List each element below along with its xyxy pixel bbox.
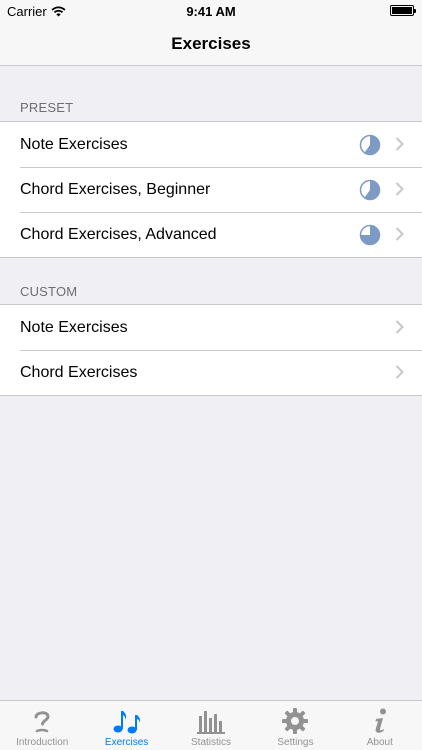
chevron-right-icon <box>395 320 404 334</box>
bar-chart-icon <box>194 707 228 735</box>
progress-pie-icon <box>359 134 381 156</box>
list-item-preset-chord-beginner[interactable]: Chord Exercises, Beginner <box>0 167 422 212</box>
chevron-right-icon <box>395 182 404 196</box>
info-icon <box>363 707 397 735</box>
tab-about[interactable]: About <box>338 701 422 750</box>
tab-label: Exercises <box>104 737 149 748</box>
list-item-preset-chord-advanced[interactable]: Chord Exercises, Advanced <box>0 212 422 257</box>
navigation-bar: Exercises <box>0 22 422 66</box>
tab-label: Statistics <box>191 737 232 748</box>
tab-label: Introduction <box>16 737 69 748</box>
gear-icon <box>278 707 312 735</box>
section-header-preset: PRESET <box>20 100 74 115</box>
tab-exercises[interactable]: Exercises <box>84 701 168 750</box>
progress-pie-icon <box>359 224 381 246</box>
section-header-custom: CUSTOM <box>20 284 78 299</box>
chevron-right-icon <box>395 227 404 241</box>
chevron-right-icon <box>395 137 404 151</box>
music-notes-icon <box>110 707 144 735</box>
row-label: Chord Exercises <box>20 363 138 381</box>
status-right <box>390 5 416 16</box>
list-item-custom-note-exercises[interactable]: Note Exercises <box>0 305 422 350</box>
list-item-custom-chord-exercises[interactable]: Chord Exercises <box>0 350 422 395</box>
list-item-preset-note-exercises[interactable]: Note Exercises <box>0 122 422 167</box>
tab-statistics[interactable]: Statistics <box>169 701 253 750</box>
page-title: Exercises <box>171 34 251 53</box>
status-bar: Carrier 9:41 AM <box>0 0 422 22</box>
status-time: 9:41 AM <box>186 4 236 19</box>
tab-introduction[interactable]: Introduction <box>0 701 84 750</box>
question-icon <box>25 707 59 735</box>
tab-label: Settings <box>277 737 314 748</box>
tab-bar: Introduction Exercises Statistics Settin… <box>0 700 422 750</box>
preset-group: Note Exercises Chord Exercises, Beginner… <box>0 121 422 258</box>
tab-settings[interactable]: Settings <box>253 701 337 750</box>
battery-icon <box>390 5 416 16</box>
chevron-right-icon <box>395 365 404 379</box>
row-label: Note Exercises <box>20 318 128 336</box>
progress-pie-icon <box>359 179 381 201</box>
custom-group: Note Exercises Chord Exercises <box>0 304 422 396</box>
tab-label: About <box>366 737 393 748</box>
